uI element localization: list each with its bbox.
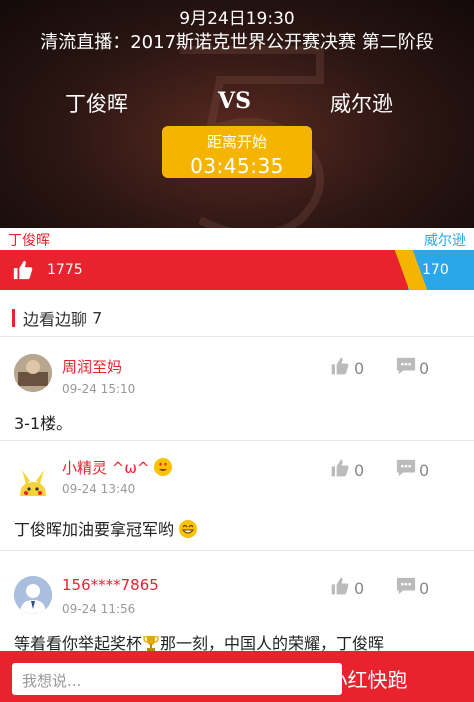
live-header: 9月24日19:30 清流直播：2017斯诺克世界公开赛决赛 第二阶段 丁俊晖 …: [0, 0, 474, 228]
avatar[interactable]: [14, 576, 52, 614]
vote-bar[interactable]: 1775 170: [0, 250, 474, 290]
comment-username[interactable]: 156****7865: [62, 576, 159, 594]
versus-label: VS: [218, 88, 251, 114]
comment-item: 156****7865 09-24 11:56 0 0 等着看你举起奖杯 那一刻，…: [0, 550, 474, 653]
grin-emoji-icon: [179, 520, 198, 538]
vote-player-a-name: 丁俊晖: [8, 233, 50, 249]
vote-names: 丁俊晖 威尔逊: [0, 228, 474, 250]
comment-text: 3-1楼。: [14, 414, 73, 433]
comment-like-count: 0: [354, 359, 365, 378]
chat-bubble-icon: [396, 577, 416, 595]
countdown-value: 03:45:35: [190, 154, 284, 178]
comment-reply-button[interactable]: 0: [395, 576, 439, 598]
comment-text-content: 丁俊晖加油要拿冠军哟: [14, 520, 175, 539]
comment-like-button[interactable]: 0: [330, 356, 374, 378]
thumbs-up-icon: [331, 459, 349, 477]
comment-time: 09-24 15:10: [62, 382, 136, 396]
comment-like-count: 0: [354, 461, 365, 480]
comment-reply-button[interactable]: 0: [395, 356, 439, 378]
comment-text: 丁俊晖加油要拿冠军哟: [14, 516, 198, 540]
chat-bubble-icon: [396, 357, 416, 375]
comment-reply-count: 0: [419, 579, 430, 598]
comment-item: 周润至妈 09-24 15:10 0 0 3-1楼。: [0, 336, 474, 440]
comment-like-button[interactable]: 0: [330, 576, 374, 598]
thumbs-up-icon: [331, 577, 349, 595]
countdown-label: 距离开始: [206, 133, 267, 151]
watermark-text: 头条号 / 小红快跑: [248, 668, 408, 692]
page-title: 清流直播：2017斯诺克世界公开赛决赛 第二阶段: [40, 32, 434, 53]
comment-like-count: 0: [354, 579, 365, 598]
comment-time: 09-24 13:40: [62, 482, 136, 496]
player-a-name: 丁俊晖: [65, 92, 128, 116]
match-datetime: 9月24日19:30: [179, 9, 295, 29]
heart-eyes-emoji-icon: [154, 458, 173, 476]
trophy-icon: [143, 636, 159, 651]
vote-count-b: 170: [422, 262, 449, 278]
comment-username-text: 小精灵 ^ω^: [62, 459, 150, 477]
section-marker: [12, 309, 15, 327]
vote-count-a: 1775: [47, 262, 83, 278]
chat-panel: 边看边聊 7 周润至妈 09-24 15:10 0 0 3-1楼。 小精灵 ^ω…: [0, 290, 474, 702]
comment-time: 09-24 11:56: [62, 602, 136, 616]
countdown-badge: 距离开始 03:45:35: [162, 126, 312, 178]
player-b-name: 威尔逊: [330, 92, 393, 116]
vote-player-b-name: 威尔逊: [424, 233, 466, 249]
comment-reply-button[interactable]: 0: [395, 458, 439, 480]
avatar[interactable]: [14, 466, 52, 504]
avatar[interactable]: [14, 354, 52, 392]
comment-input-placeholder: 我想说...: [22, 672, 82, 690]
comment-reply-count: 0: [419, 359, 430, 378]
chat-section-header: 边看边聊 7: [12, 306, 103, 329]
comment-username[interactable]: 小精灵 ^ω^: [62, 457, 173, 478]
comment-username[interactable]: 周润至妈: [62, 356, 122, 377]
chat-bubble-icon: [396, 459, 416, 477]
comment-reply-count: 0: [419, 461, 430, 480]
chat-section-title: 边看边聊: [23, 310, 88, 329]
thumbs-up-icon: [331, 357, 349, 375]
thumbs-up-icon[interactable]: [12, 259, 34, 281]
chat-count: 7: [92, 308, 103, 328]
comment-item: 小精灵 ^ω^ 09-24 13:40 0 0 丁俊晖加油要拿冠军哟: [0, 440, 474, 550]
comment-like-button[interactable]: 0: [330, 458, 374, 480]
